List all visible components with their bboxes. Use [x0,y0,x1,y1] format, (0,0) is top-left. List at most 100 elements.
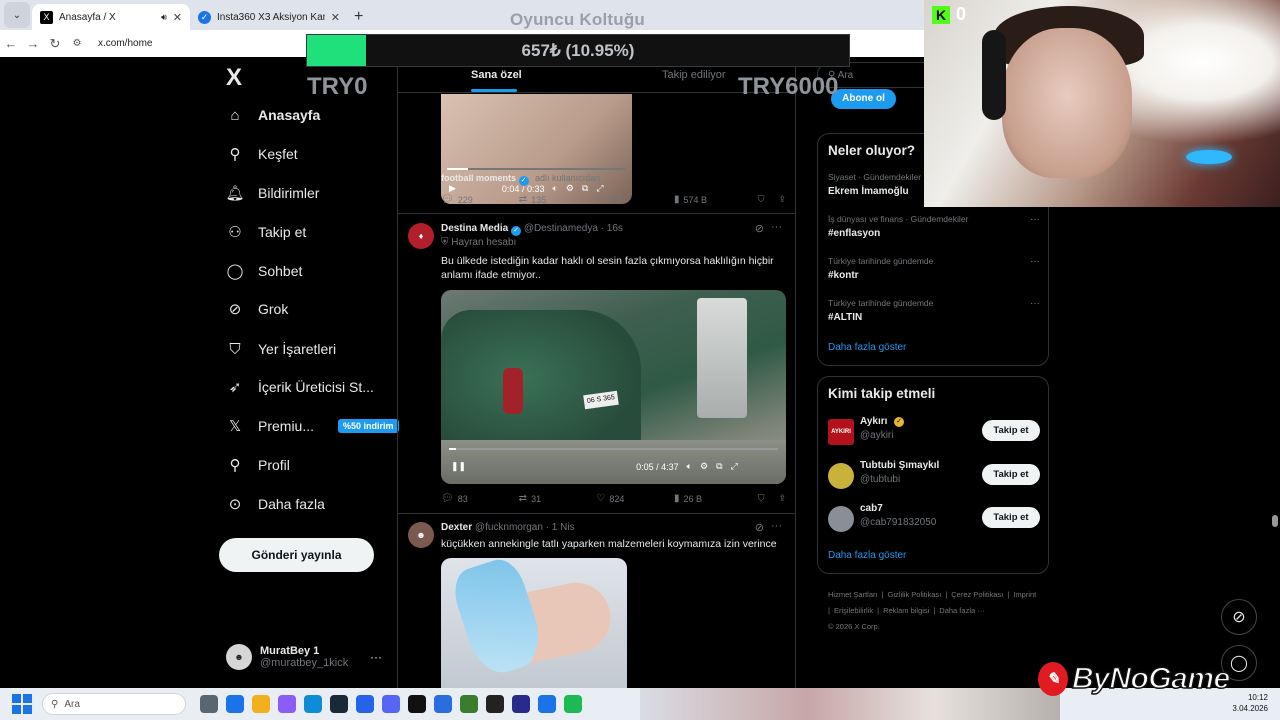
avatar[interactable]: ♦ [408,223,434,249]
who-to-follow-item[interactable]: Tubtubi Şımaykıl @tubtubi Takip et [828,460,1040,490]
views-button[interactable]: ▮ 26 B [674,493,752,504]
capcut-icon[interactable] [408,695,426,713]
trend-item[interactable]: Türkiye tarihinde gündemde #ALTIN ··· [828,298,1040,323]
windows-start-icon[interactable] [12,694,32,714]
more-icon[interactable]: ··· [1030,298,1040,309]
reload-icon[interactable]: ↻ [44,36,66,52]
back-arrow-icon[interactable]: ← [0,36,22,51]
discord-icon[interactable] [382,695,400,713]
share-icon[interactable]: ⇪ [778,493,786,504]
system-clock[interactable]: 10:12 3.04.2026 [1232,692,1268,714]
more-icon[interactable]: ··· [1030,256,1040,267]
video-player[interactable]: ▶ 0:04 / 0:33 🔈︎ ⚙ ⧉ ⤢ [441,94,632,204]
scrollbar-thumb[interactable] [1272,515,1278,527]
nav-item-1[interactable]: ⚲ Keşfet [226,145,298,163]
footer-link[interactable]: Çerez Politikası [951,590,1003,599]
who-show-more[interactable]: Daha fazla göster [828,550,906,561]
bookmark-icon[interactable]: ⛉ [758,493,765,504]
more-icon[interactable]: ··· [370,650,382,664]
avatar[interactable]: AYKIRI [828,419,854,445]
nav-item-5[interactable]: ⊘ Grok [226,300,289,318]
grok-icon[interactable]: ⊘ [755,222,764,235]
follow-button[interactable]: Takip et [982,507,1040,528]
close-tab-icon[interactable]: ✕ [331,11,340,24]
video-player[interactable]: 06 S 365 ❚❚ 0:05 / 4:37 🔈︎ ⚙ ⧉ ⤢ [441,290,786,484]
volume-icon[interactable]: 🔈︎ [687,461,692,472]
site-info-icon[interactable]: ⚙ [66,38,88,49]
more-icon[interactable]: ··· [771,221,782,233]
grok-floating-button[interactable]: ⊘ [1221,599,1257,635]
nav-item-3[interactable]: ⚇ Takip et [226,223,306,241]
forward-arrow-icon[interactable]: → [22,36,44,51]
post-button[interactable]: Gönderi yayınla [219,538,374,572]
more-icon[interactable]: ··· [1030,214,1040,225]
video-progress-track[interactable] [449,448,778,450]
footer-link[interactable]: Gizlilik Politikası [888,590,942,599]
post-time[interactable]: 1 Nis [552,522,575,533]
video-progress-track[interactable] [447,168,626,170]
footer-link[interactable]: Erişilebilirlik [834,606,873,615]
nav-item-6[interactable]: ⛉ Yer İşaretleri [226,340,336,358]
reply-button[interactable]: 💬︎ 83 [441,493,519,504]
nav-item-7[interactable]: ➶ İçerik Üreticisi St... [226,378,374,396]
account-switcher[interactable]: ☻ MuratBey 1 @muratbey_1kick [226,644,348,670]
share-icon[interactable]: ⇪ [778,194,786,205]
nav-item-9[interactable]: ⚲ Profil [226,456,290,474]
settings-icon[interactable]: ⚙ [700,461,708,472]
nav-item-2[interactable]: 🔔︎ Bildirimler [225,184,319,202]
author-name[interactable]: Destina Media [441,223,508,234]
footer-link[interactable]: Daha fazla ··· [939,606,984,615]
trend-item[interactable]: Türkiye tarihinde gündemde #kontr ··· [828,256,1040,281]
files-icon[interactable] [252,695,270,713]
follow-button[interactable]: Takip et [982,420,1040,441]
pip-icon[interactable]: ⧉ [716,461,722,472]
bookmark-icon[interactable]: ⛉ [758,194,765,205]
terminal-icon[interactable] [486,695,504,713]
edge-icon[interactable] [304,695,322,713]
speaker-icon[interactable]: 🔊︎ [161,12,167,23]
spotify-icon[interactable] [564,695,582,713]
ea-icon[interactable] [512,695,530,713]
who-to-follow-item[interactable]: AYKIRI Aykırı @aykiri Takip et ✓ [828,416,1040,446]
nav-item-0[interactable]: ⌂ Anasayfa [226,106,320,124]
nav-item-4[interactable]: ◯ Sohbet [226,262,303,280]
tab-for-you[interactable]: Sana özel [471,69,522,81]
trend-item[interactable]: İş dünyası ve finans · Gündemdekiler #enf… [828,214,1040,239]
nav-item-8[interactable]: 𝕏 Premiu... %50 indirim [226,417,399,435]
nav-item-10[interactable]: ⊙ Daha fazla [226,495,325,513]
taskbar-search[interactable]: ⚲ Ara [42,693,186,715]
steam-icon[interactable] [330,695,348,713]
more-icon[interactable]: ··· [771,520,782,532]
tab-list-button[interactable]: ⌄ [4,2,30,28]
browser-tab-insta360[interactable]: ✓ Insta360 X3 Aksiyon Kamerası ✕ [190,4,348,30]
follow-button[interactable]: Takip et [982,464,1040,485]
post[interactable]: ☻ Dexter @fucknmorgan · 1 Nis ⊘ ··· küçü… [408,520,788,562]
store-icon[interactable] [356,695,374,713]
source-name[interactable]: football moments [441,173,516,183]
subscribe-button[interactable]: Abone ol [831,89,896,109]
avatar[interactable] [828,506,854,532]
author-handle[interactable]: @Destinamedya [524,223,598,234]
browser-tab-x[interactable]: X Anasayfa / X 🔊︎ ✕ [32,4,190,30]
post-time[interactable]: 16s [607,223,623,234]
who-to-follow-item[interactable]: cab7 @cab791832050 Takip et [828,503,1040,533]
avatar[interactable]: ☻ [408,522,434,548]
chrome-icon[interactable] [226,695,244,713]
url-input[interactable]: x.com/home [98,38,152,49]
x-logo-icon[interactable]: X [226,64,242,92]
avatar[interactable] [828,463,854,489]
copilot-icon[interactable] [278,695,296,713]
like-button[interactable]: ♡ 4 B [596,194,674,205]
author-handle[interactable]: @fucknmorgan [475,522,543,533]
views-button[interactable]: ▮ 574 B [674,194,752,205]
new-tab-button[interactable]: + [354,4,363,30]
fullscreen-icon[interactable]: ⤢ [731,461,738,472]
reply-button[interactable]: 💬︎ 229 [441,194,519,205]
minecraft-icon[interactable] [460,695,478,713]
pause-icon[interactable]: ❚❚ [451,461,466,472]
footer-link[interactable]: Hizmet Şartları [828,590,878,599]
author-name[interactable]: Dexter [441,522,472,533]
footer-link[interactable]: Imprint [1013,590,1036,599]
repost-button[interactable]: ⇄ 31 [519,493,597,504]
tab-following[interactable]: Takip ediliyor [662,69,726,81]
